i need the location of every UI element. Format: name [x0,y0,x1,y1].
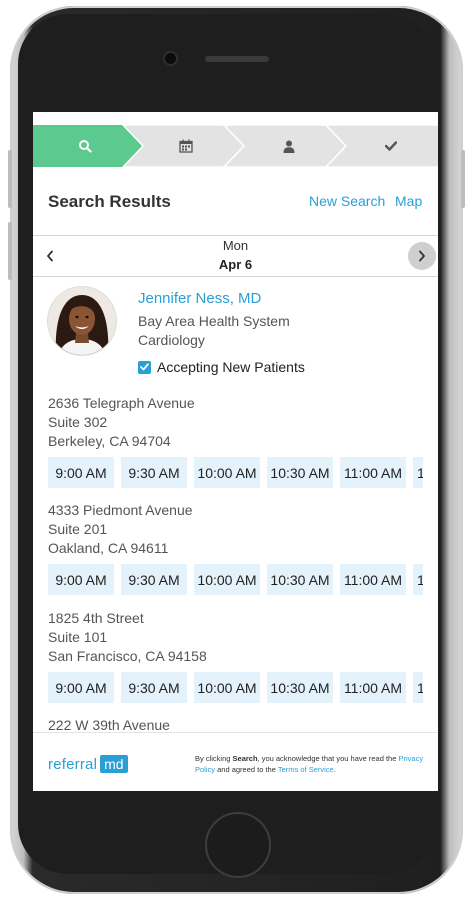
user-icon [283,140,295,153]
progress-stepper [33,125,438,167]
search-icon [79,140,92,153]
time-slot-row: 9:00 AM 9:30 AM 10:00 AM 10:30 AM 11:00 … [48,672,423,703]
time-slot-row: 9:00 AM 9:30 AM 10:00 AM 10:30 AM 11:00 … [48,564,423,595]
referralmd-logo: referral md [48,754,128,774]
time-slot-button[interactable]: 11:30 AM [413,457,423,488]
legal-search-word: Search [232,754,258,763]
time-slot-row: 9:00 AM 9:30 AM 10:00 AM 10:30 AM 11:00 … [48,457,423,488]
time-slot-button[interactable]: 11:30 AM [413,672,423,703]
phone-camera [165,53,176,64]
footer: referral md By clicking Search, you ackn… [33,732,438,791]
time-slot-button[interactable]: 9:00 AM [48,564,114,595]
address-line: 4333 Piedmont Avenue [48,502,193,518]
home-button[interactable] [205,812,271,878]
location-block: 2636 Telegraph Avenue Suite 302 Berkeley… [48,394,438,488]
doctor-specialty: Cardiology [138,332,205,348]
time-slot-button[interactable]: 9:30 AM [121,457,187,488]
time-slot-button[interactable]: 10:30 AM [267,564,333,595]
date-navigator: Mon Apr 6 [33,235,438,277]
new-search-link[interactable]: New Search [309,193,385,209]
address-line: 1825 4th Street [48,610,144,626]
address-line: Oakland, CA 94611 [48,540,169,556]
time-slot-button[interactable]: 10:30 AM [267,672,333,703]
address-line: 2636 Telegraph Avenue [48,395,195,411]
time-slot-button[interactable]: 11:30 AM [413,564,423,595]
legal-text: . [333,765,336,774]
phone-side-button [461,150,465,208]
time-slot-button[interactable]: 11:00 AM [340,672,406,703]
doctor-photo [48,287,116,355]
time-slot-button[interactable]: 10:00 AM [194,672,260,703]
step-calendar[interactable] [176,125,196,167]
check-icon [385,141,397,151]
next-day-button[interactable] [408,242,436,270]
time-slot-button[interactable]: 9:00 AM [48,457,114,488]
step-user[interactable] [279,125,299,167]
legal-text: and agreed to the [215,765,278,774]
doctor-avatar [48,287,116,355]
legal-text: By clicking [195,754,233,763]
phone-side-button [8,222,12,280]
logo-badge: md [100,755,128,773]
location-block: 4333 Piedmont Avenue Suite 201 Oakland, … [48,501,438,595]
chevron-right-icon [419,250,425,262]
accepting-label: Accepting New Patients [157,359,305,375]
step-search[interactable] [75,125,95,167]
terms-of-service-link[interactable]: Terms of Service [278,765,334,774]
map-link[interactable]: Map [395,193,422,209]
address-line: Berkeley, CA 94704 [48,433,171,449]
step-confirm[interactable] [381,125,401,167]
time-slot-button[interactable]: 10:30 AM [267,457,333,488]
page-title: Search Results [48,192,171,211]
legal-text: , you acknowledge that you have read the [257,754,399,763]
location-block: 1825 4th Street Suite 101 San Francisco,… [48,609,438,703]
time-slot-button[interactable]: 10:00 AM [194,564,260,595]
address-line: Suite 302 [48,414,108,430]
app-screen: Search Results New Search Map Mon Apr 6 [33,112,438,791]
legal-notice: By clicking Search, you acknowledge that… [195,753,425,775]
time-slot-button[interactable]: 11:00 AM [340,564,406,595]
doctor-organization: Bay Area Health System [138,313,290,329]
time-slot-button[interactable]: 11:00 AM [340,457,406,488]
time-slot-button[interactable]: 9:30 AM [121,672,187,703]
chevron-left-icon [47,250,53,262]
address-line: Suite 201 [48,521,108,537]
date-label: Apr 6 [218,257,253,272]
results-header: Search Results New Search Map [33,178,438,226]
doctor-name-link[interactable]: Jennifer Ness, MD [138,290,261,307]
accepting-checkbox[interactable] [138,360,151,374]
time-slot-button[interactable]: 10:00 AM [194,457,260,488]
logo-text: referral [48,755,98,773]
check-icon [140,363,149,371]
time-slot-button[interactable]: 9:00 AM [48,672,114,703]
address-line: Suite 101 [48,629,108,645]
time-slot-button[interactable]: 9:30 AM [121,564,187,595]
previous-day-button[interactable] [41,247,59,265]
phone-speaker [205,56,269,62]
accepting-patients: Accepting New Patients [138,358,305,376]
date-weekday: Mon [222,238,249,253]
phone-side-button [8,150,12,208]
address-line: San Francisco, CA 94158 [48,648,207,664]
calendar-icon [179,139,193,153]
